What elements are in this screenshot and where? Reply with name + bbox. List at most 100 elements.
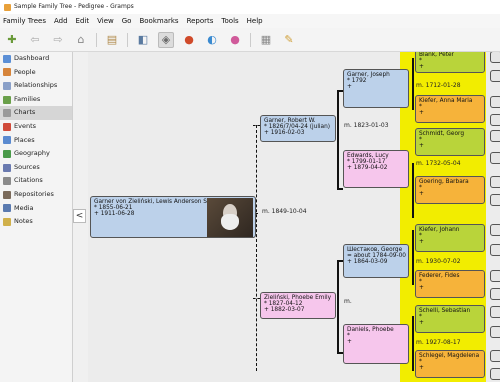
maternal-grandfather-box[interactable]: Шестаков, George = about 1784-09-00 + 18…	[343, 244, 409, 278]
sidebar-item-relationships[interactable]: Relationships	[0, 79, 72, 93]
ancestor-box-6[interactable]: Federer, Fides * +	[415, 270, 485, 298]
menu-help[interactable]: Help	[247, 14, 263, 28]
person-death: +	[419, 110, 424, 117]
menu-view[interactable]: View	[97, 14, 114, 28]
ancestor-stub[interactable]	[490, 270, 500, 282]
fan-chart-icon[interactable]: ◈	[158, 31, 174, 48]
ancestor-box-5[interactable]: Kiefer, Johann * +	[415, 224, 485, 252]
sidebar-item-label: Geography	[14, 149, 50, 158]
ancestor-box-1[interactable]: Blank, Peter * +	[415, 52, 485, 73]
sidebar-item-dashboard[interactable]: Dashboard	[0, 52, 72, 66]
sidebar-item-label: Charts	[14, 108, 36, 117]
ancestor-stub[interactable]	[490, 70, 500, 82]
add-person-icon[interactable]: ✚	[4, 32, 20, 48]
ancestor-stub[interactable]	[490, 288, 500, 300]
ancestor-stub[interactable]	[490, 368, 500, 380]
ancestor-stub[interactable]	[490, 224, 500, 236]
sidebar-item-label: Citations	[14, 176, 43, 185]
ancestor-box-7[interactable]: Schelli, Sebastian * +	[415, 305, 485, 333]
marriage-label: m. 1712-01-28	[416, 82, 461, 89]
paternal-grandfather-box[interactable]: Garner, Joseph * 1792 +	[343, 69, 409, 108]
menu-tools[interactable]: Tools	[221, 14, 238, 28]
ancestor-stub[interactable]	[490, 114, 500, 126]
sidebar-item-events[interactable]: Events	[0, 120, 72, 134]
sidebar-item-notes[interactable]: Notes	[0, 215, 72, 229]
sidebar-item-geography[interactable]: Geography	[0, 147, 72, 161]
window-title: Sample Family Tree - Pedigree - Gramps	[14, 3, 134, 10]
gramps-app-icon	[4, 3, 11, 11]
media-icon	[3, 204, 11, 213]
sidebar-item-families[interactable]: Families	[0, 93, 72, 107]
ancestor-stub[interactable]	[490, 326, 500, 338]
ancestor-stub[interactable]	[490, 96, 500, 108]
sources-icon	[3, 163, 11, 172]
sidebar-item-places[interactable]: Places	[0, 134, 72, 148]
ancestor-stub[interactable]	[490, 152, 500, 164]
clipboard-icon[interactable]: ▤	[104, 32, 120, 48]
sidebar-item-sources[interactable]: Sources	[0, 161, 72, 175]
connector-line	[337, 260, 339, 352]
menu-bookmarks[interactable]: Bookmarks	[139, 14, 178, 28]
root-person-box[interactable]: Garner von Zieliński, Lewis Anderson Sr …	[90, 196, 256, 238]
window-titlebar: Sample Family Tree - Pedigree - Gramps	[0, 0, 500, 14]
ancestor-box-8[interactable]: Schlegel, Magdelena * +	[415, 350, 485, 378]
connector-line	[337, 188, 343, 190]
menu-go[interactable]: Go	[122, 14, 132, 28]
sidebar-item-label: Repositories	[14, 189, 54, 198]
sidebar-item-charts[interactable]: Charts	[0, 106, 72, 120]
menu-add[interactable]: Add	[54, 14, 68, 28]
sidebar-item-media[interactable]: Media	[0, 202, 72, 216]
home-icon[interactable]: ⌂	[73, 32, 89, 48]
sidebar-item-people[interactable]: People	[0, 66, 72, 80]
ancestor-stub[interactable]	[490, 130, 500, 142]
people-icon	[3, 68, 11, 77]
toolbar-separator	[127, 32, 128, 47]
sidebar-collapse-button[interactable]: <	[73, 209, 86, 223]
person-death: +	[419, 64, 424, 71]
sidebar-item-label: Notes	[14, 217, 33, 226]
person-death: +	[347, 84, 352, 91]
sidebar-item-repositories[interactable]: Repositories	[0, 188, 72, 202]
person-death: +	[419, 365, 424, 372]
ancestor-box-2[interactable]: Kiefer, Anna Maria * +	[415, 95, 485, 123]
sidebar-item-citations[interactable]: Citations	[0, 174, 72, 188]
relationships-icon	[3, 81, 11, 90]
connector-line	[412, 163, 414, 218]
back-arrow-icon[interactable]: ⇦	[27, 32, 43, 48]
menu-reports[interactable]: Reports	[187, 14, 214, 28]
geography-icon	[3, 149, 11, 158]
toolbar-separator	[250, 32, 251, 47]
forward-arrow-icon[interactable]: ⇨	[50, 32, 66, 48]
maternal-grandmother-box[interactable]: Daniels, Phoebe * +	[343, 324, 409, 364]
person-death: + 1879-04-02	[347, 165, 388, 172]
sidebar-item-label: Places	[14, 135, 35, 144]
graph-icon[interactable]: ●	[227, 32, 243, 48]
ancestor-box-3[interactable]: Schmidt, Georg * +	[415, 128, 485, 156]
menu-edit[interactable]: Edit	[76, 14, 90, 28]
descendant-fan-icon[interactable]: ●	[181, 32, 197, 48]
paternal-grandmother-box[interactable]: Edwards, Lucy * 1799-01-17 + 1879-04-02	[343, 150, 409, 188]
charts-icon	[3, 109, 11, 118]
ancestor-stub[interactable]	[490, 194, 500, 206]
ancestor-stub[interactable]	[490, 176, 500, 188]
ancestor-stub[interactable]	[490, 306, 500, 318]
sidebar-item-label: Dashboard	[14, 54, 50, 62]
ancestor-stub[interactable]	[490, 244, 500, 256]
two-way-fan-icon[interactable]: ◐	[204, 32, 220, 48]
ancestor-box-4[interactable]: Goering, Barbara * +	[415, 176, 485, 204]
mother-box[interactable]: Zieliński, Phoebe Emily * 1827-04-12 + 1…	[260, 292, 336, 319]
person-death: +	[419, 320, 424, 327]
menu-family-trees[interactable]: Family Trees	[3, 14, 46, 28]
connector-line	[412, 58, 414, 110]
families-icon	[3, 95, 11, 104]
pedigree-view-icon[interactable]: ◧	[135, 32, 151, 48]
ancestor-stub[interactable]	[490, 52, 500, 63]
father-box[interactable]: Garner, Robert W. * 1826/7/04-24 (julian…	[260, 115, 336, 142]
person-death: +	[419, 285, 424, 292]
person-death: + 1916-02-03	[264, 130, 305, 137]
person-death: +	[419, 143, 424, 150]
reports-icon[interactable]: ✎	[281, 32, 297, 48]
navigator-sidebar: Dashboard People Relationships Families …	[0, 52, 73, 382]
ancestor-stub[interactable]	[490, 350, 500, 362]
config-icon[interactable]: ▦	[258, 32, 274, 48]
